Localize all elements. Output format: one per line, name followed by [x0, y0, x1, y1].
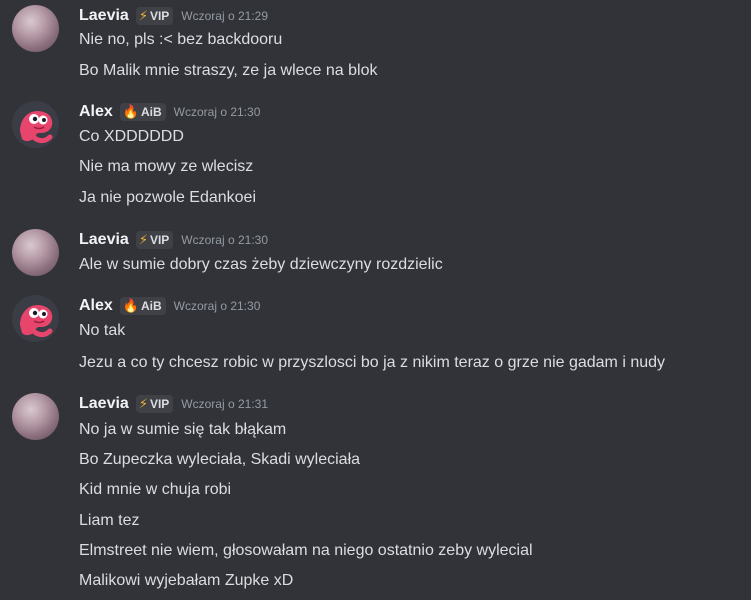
lightning-icon: ⚡: [138, 8, 148, 23]
lightning-icon: ⚡: [138, 396, 148, 411]
timestamp[interactable]: Wczoraj o 21:30: [174, 299, 261, 313]
message-header: Laevia ⚡ VIP Wczoraj o 21:30: [79, 229, 268, 251]
role-tag[interactable]: ⚡ VIP: [135, 395, 174, 413]
avatar[interactable]: [12, 229, 59, 276]
role-tag-label: VIP: [149, 9, 170, 23]
message-text: Nie ma mowy ze wlecisz: [79, 158, 254, 175]
creature-icon: [12, 295, 59, 342]
timestamp[interactable]: Wczoraj o 21:29: [181, 9, 268, 23]
role-tag-label: AiB: [140, 299, 162, 313]
message-text: Kid mnie w chuja robi: [79, 481, 232, 498]
avatar[interactable]: [12, 101, 59, 148]
message-text: Bo Zupeczka wyleciała, Skadi wyleciała: [79, 451, 361, 468]
fire-icon: 🔥: [122, 104, 139, 119]
creature-icon: [12, 101, 59, 148]
message-header: Alex 🔥 AiB Wczoraj o 21:30: [79, 101, 260, 123]
username[interactable]: Alex: [79, 297, 113, 315]
role-tag-label: VIP: [149, 397, 170, 411]
message-text: Elmstreet nie wiem, głosowałam na niego …: [79, 542, 533, 559]
username[interactable]: Alex: [79, 103, 113, 121]
role-tag-label: VIP: [149, 233, 170, 247]
timestamp[interactable]: Wczoraj o 21:31: [181, 397, 268, 411]
fire-icon: 🔥: [122, 298, 139, 313]
username[interactable]: Laevia: [79, 231, 129, 249]
timestamp[interactable]: Wczoraj o 21:30: [174, 105, 261, 119]
message-text: Liam tez: [79, 512, 140, 529]
message-text: Malikowi wyjebałam Zupke xD: [79, 572, 294, 589]
chat-message-list: Laevia ⚡ VIP Wczoraj o 21:29 Nie no, pls…: [0, 0, 751, 600]
avatar[interactable]: [12, 295, 59, 342]
role-tag[interactable]: 🔥 AiB: [119, 297, 166, 315]
role-tag[interactable]: ⚡ VIP: [135, 7, 174, 25]
avatar[interactable]: [12, 393, 59, 440]
message-header: Laevia ⚡ VIP Wczoraj o 21:29: [79, 5, 268, 27]
lightning-icon: ⚡: [138, 232, 148, 247]
message-text: Co XDDDDDD: [79, 128, 184, 145]
message-header: Laevia ⚡ VIP Wczoraj o 21:31: [79, 393, 268, 415]
timestamp[interactable]: Wczoraj o 21:30: [181, 233, 268, 247]
username[interactable]: Laevia: [79, 7, 129, 25]
username[interactable]: Laevia: [79, 395, 129, 413]
message-header: Alex 🔥 AiB Wczoraj o 21:30: [79, 295, 260, 317]
role-tag[interactable]: 🔥 AiB: [119, 103, 166, 121]
avatar[interactable]: [12, 5, 59, 52]
message-text: Ale w sumie dobry czas żeby dziewczyny r…: [79, 256, 443, 273]
message-text: No tak: [79, 322, 126, 339]
message-text: Ja nie pozwole Edankoei: [79, 189, 257, 206]
message-text: No ja w sumie się tak błąkam: [79, 421, 287, 438]
message-text: Bo Malik mnie straszy, ze ja wlece na bl…: [79, 62, 378, 79]
message-text: Nie no, pls :< bez backdooru: [79, 31, 283, 48]
role-tag[interactable]: ⚡ VIP: [135, 231, 174, 249]
message-text: Jezu a co ty chcesz robic w przyszlosci …: [79, 354, 666, 371]
role-tag-label: AiB: [140, 105, 162, 119]
